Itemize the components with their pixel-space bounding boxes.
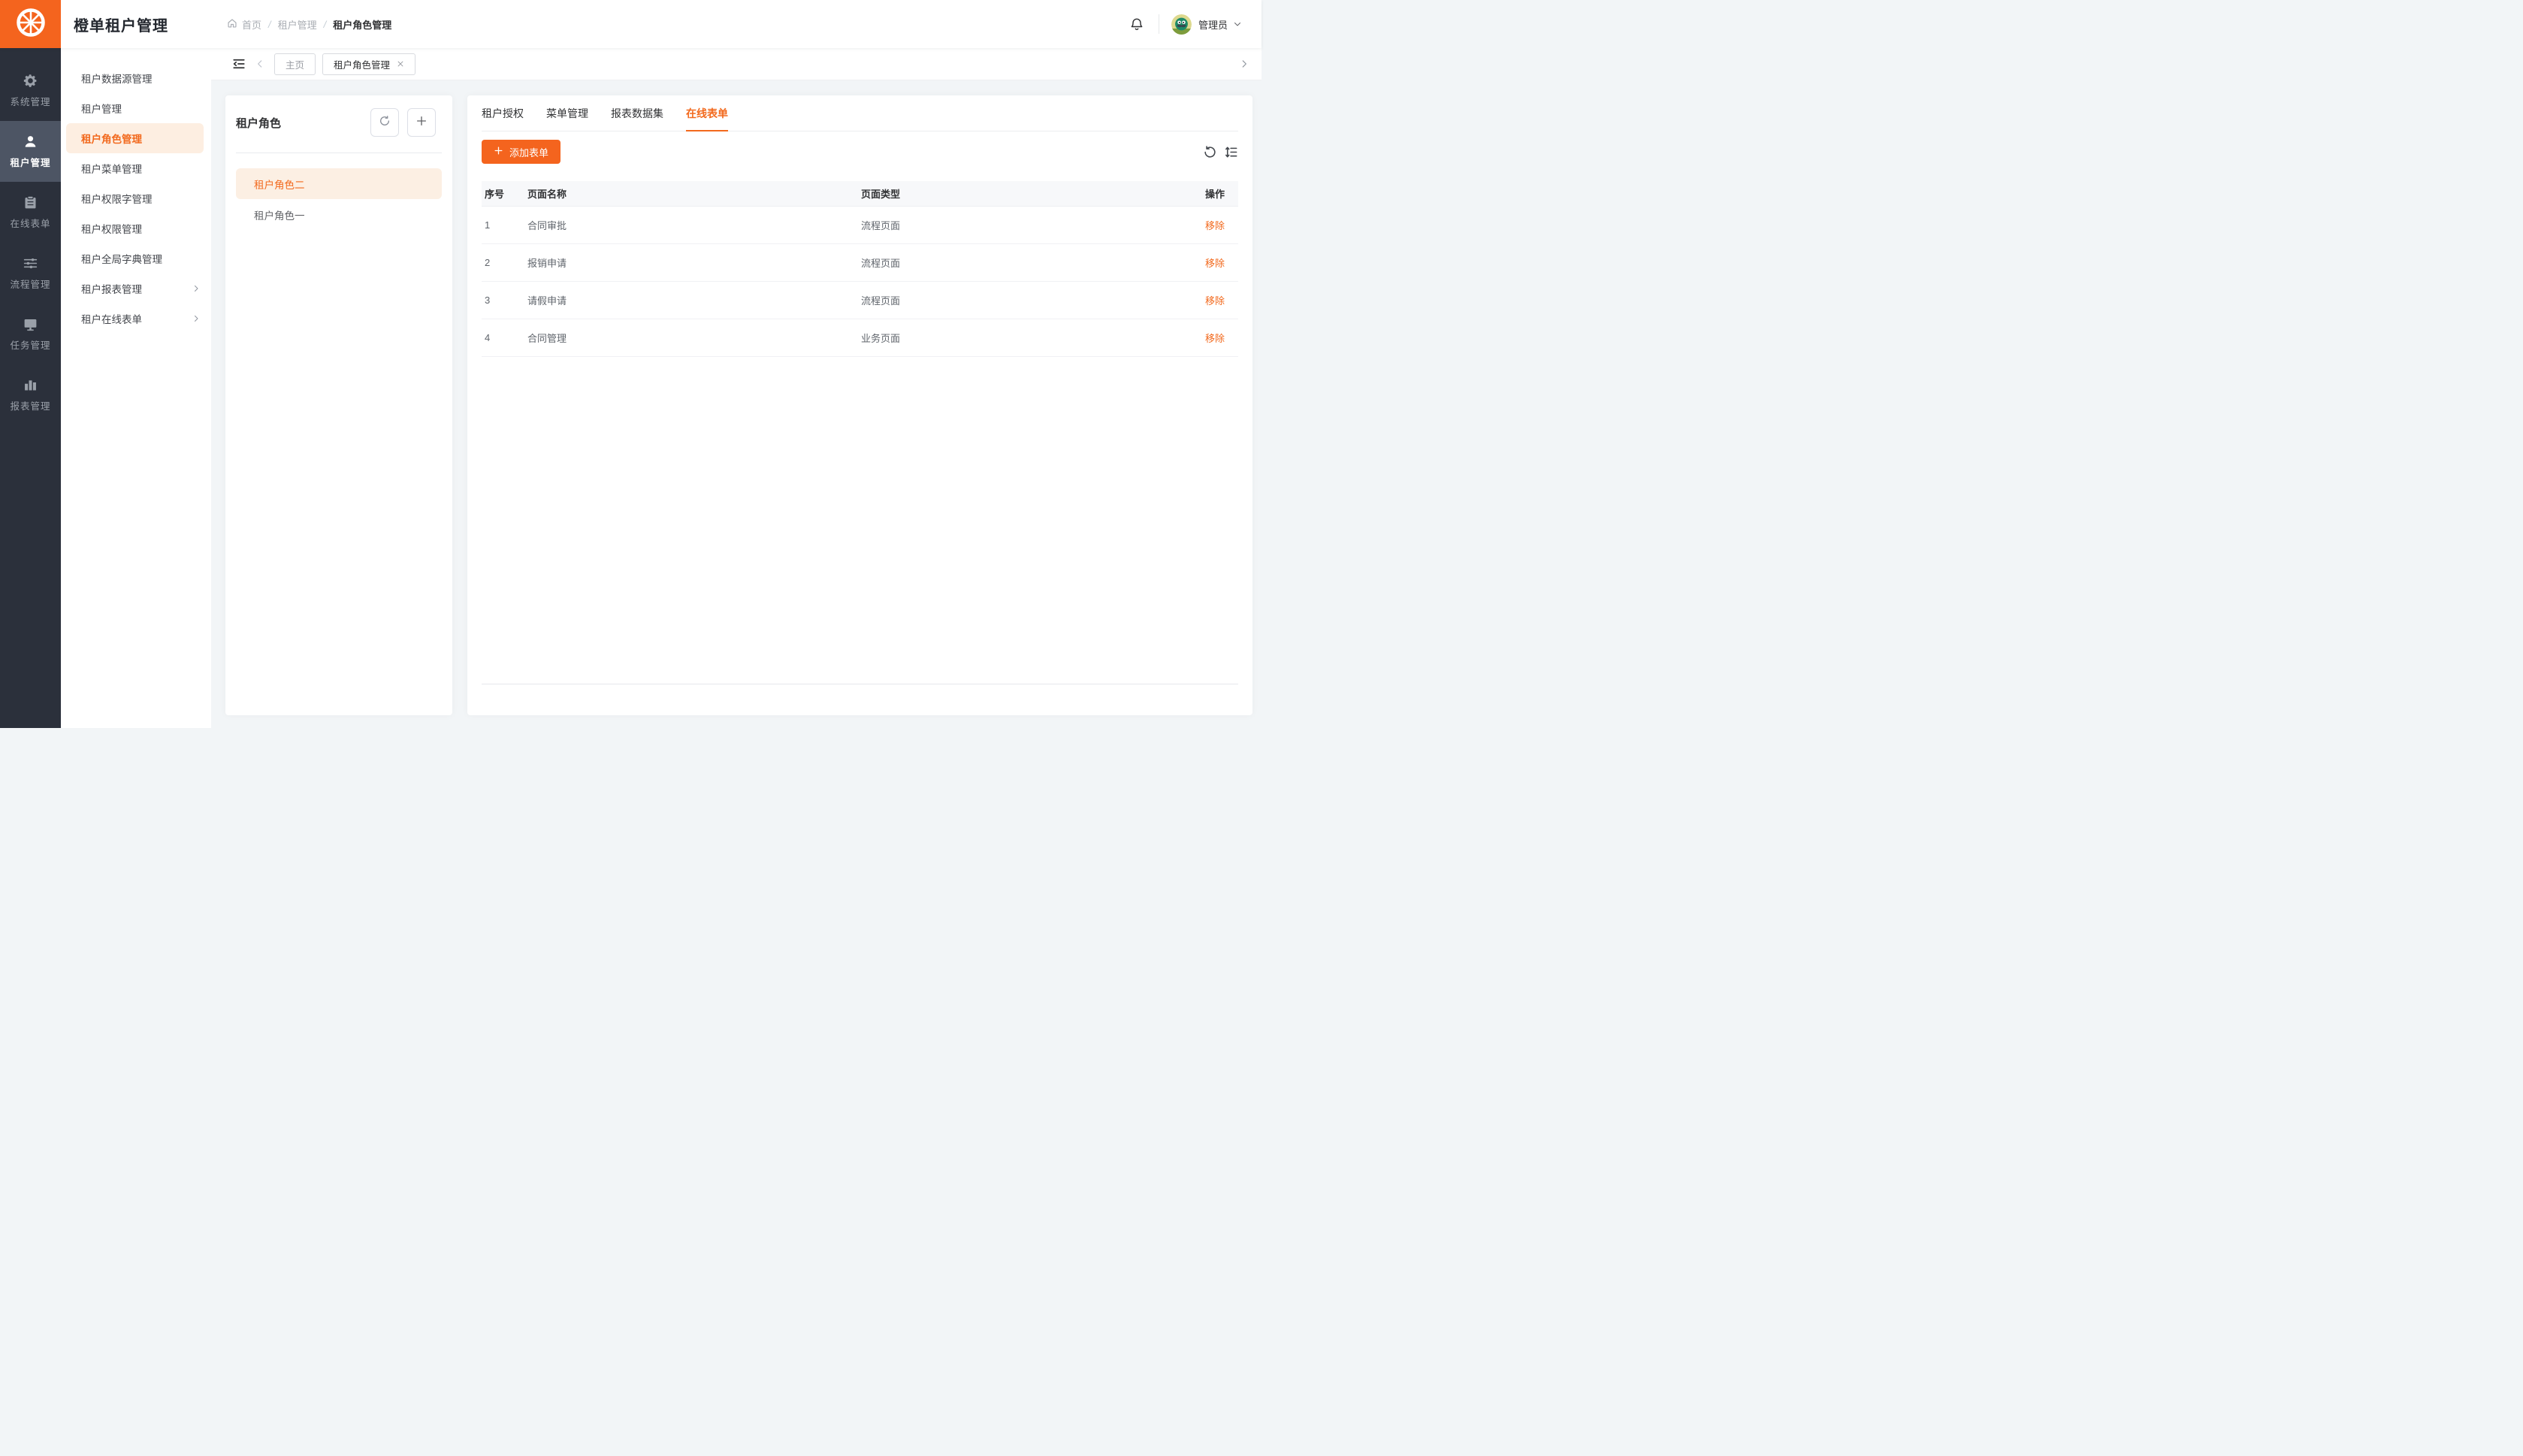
header-actions: 管理员 <box>1127 14 1262 35</box>
row-height-settings-icon[interactable] <box>1224 145 1238 159</box>
tabs-scroll-right-icon[interactable] <box>1239 59 1249 69</box>
table-empty-area <box>482 357 1238 684</box>
page-tabbar: 主页 租户角色管理 <box>211 48 1262 80</box>
icon-rail: 系统管理 租户管理 在线表单 <box>0 48 61 728</box>
gear-icon <box>23 73 38 89</box>
submenu-item-tenant-report[interactable]: 租户报表管理 <box>61 273 211 304</box>
submenu-item-permission[interactable]: 租户权限管理 <box>61 213 211 243</box>
rail-item-online-form[interactable]: 在线表单 <box>0 182 61 243</box>
app-logo[interactable] <box>0 0 61 48</box>
chevron-down-icon[interactable] <box>1233 20 1242 29</box>
remove-link[interactable]: 移除 <box>1205 295 1225 307</box>
col-header-type: 页面类型 <box>861 186 1172 201</box>
tab-menu-management[interactable]: 菜单管理 <box>546 95 588 131</box>
role-panel-header: 租户角色 <box>225 95 452 147</box>
breadcrumb-current: 租户角色管理 <box>333 17 391 32</box>
table-row: 3 请假申请 流程页面 移除 <box>482 282 1238 319</box>
page-type: 流程页面 <box>861 218 1172 232</box>
top-header: 橙单租户管理 首页 / 租户管理 / 租户角色管理 <box>0 0 1262 48</box>
submenu-item-datasource[interactable]: 租户数据源管理 <box>61 63 211 93</box>
breadcrumb-separator: / <box>324 19 327 30</box>
detail-tabs: 租户授权 菜单管理 报表数据集 在线表单 <box>482 95 1238 131</box>
role-detail-panel: 租户授权 菜单管理 报表数据集 在线表单 添加表单 <box>467 95 1252 715</box>
user-icon <box>23 134 38 150</box>
breadcrumb-level1[interactable]: 租户管理 <box>278 17 317 32</box>
main-content: 租户角色 <box>211 80 1262 728</box>
page-tab-home[interactable]: 主页 <box>274 53 316 75</box>
submenu-item-tenant-menu[interactable]: 租户菜单管理 <box>61 153 211 183</box>
forms-table: 序号 页面名称 页面类型 操作 1 合同审批 流程页面 移除 2 报销申请 <box>482 181 1238 684</box>
tab-tenant-auth[interactable]: 租户授权 <box>482 95 524 131</box>
page-type: 流程页面 <box>861 255 1172 270</box>
submenu-item-permission-word[interactable]: 租户权限字管理 <box>61 183 211 213</box>
rail-item-report[interactable]: 报表管理 <box>0 364 61 425</box>
tabs-scroll-left-icon[interactable] <box>255 59 265 69</box>
table-header-row: 序号 页面名称 页面类型 操作 <box>482 181 1238 207</box>
rail-item-task[interactable]: 任务管理 <box>0 304 61 364</box>
page-type: 业务页面 <box>861 331 1172 345</box>
menu-fold-icon[interactable] <box>232 57 246 71</box>
table-row: 1 合同审批 流程页面 移除 <box>482 207 1238 244</box>
remove-link[interactable]: 移除 <box>1205 258 1225 269</box>
breadcrumb-separator: / <box>268 19 271 30</box>
tab-report-dataset[interactable]: 报表数据集 <box>611 95 663 131</box>
refresh-left-icon[interactable] <box>1203 145 1217 159</box>
monitor-icon <box>23 316 38 332</box>
page-type: 流程页面 <box>861 293 1172 307</box>
page-name: 合同管理 <box>527 331 861 345</box>
plus-icon <box>494 146 503 158</box>
user-avatar[interactable] <box>1171 14 1192 35</box>
page-name: 请假申请 <box>527 293 861 307</box>
rail-item-workflow[interactable]: 流程管理 <box>0 243 61 304</box>
role-list-item[interactable]: 租户角色一 <box>236 199 442 230</box>
clipboard-icon <box>23 195 38 210</box>
role-panel-title: 租户角色 <box>236 115 362 131</box>
role-list-item[interactable]: 租户角色二 <box>236 168 442 199</box>
chevron-right-icon <box>192 284 201 293</box>
add-form-button[interactable]: 添加表单 <box>482 140 560 164</box>
rail-item-tenant[interactable]: 租户管理 <box>0 121 61 182</box>
page-name: 报销申请 <box>527 255 861 270</box>
table-tools <box>1203 145 1238 159</box>
col-header-action: 操作 <box>1172 186 1238 201</box>
user-name[interactable]: 管理员 <box>1198 17 1228 32</box>
bar-chart-icon <box>23 377 38 393</box>
plus-icon <box>415 115 428 131</box>
chevron-right-icon <box>192 314 201 323</box>
col-header-name: 页面名称 <box>527 186 861 201</box>
submenu-item-global-dict[interactable]: 租户全局字典管理 <box>61 243 211 273</box>
role-panel: 租户角色 <box>225 95 452 715</box>
remove-link[interactable]: 移除 <box>1205 333 1225 344</box>
add-role-button[interactable] <box>407 108 436 137</box>
submenu-panel: 租户数据源管理 租户管理 租户角色管理 租户菜单管理 租户权限字管理 租户权限管… <box>61 48 211 728</box>
page-title: 橙单租户管理 <box>74 14 168 35</box>
breadcrumb-home-label[interactable]: 首页 <box>242 17 261 32</box>
breadcrumb-home[interactable]: 首页 <box>227 17 261 32</box>
refresh-icon <box>379 115 391 131</box>
home-icon <box>227 18 237 31</box>
workspace: 主页 租户角色管理 租户角色 <box>211 48 1262 728</box>
table-row: 2 报销申请 流程页面 移除 <box>482 244 1238 282</box>
submenu-item-tenant-online-form[interactable]: 租户在线表单 <box>61 304 211 334</box>
breadcrumb: 首页 / 租户管理 / 租户角色管理 <box>227 17 391 32</box>
refresh-roles-button[interactable] <box>370 108 399 137</box>
table-row: 4 合同管理 业务页面 移除 <box>482 319 1238 357</box>
tab-online-form[interactable]: 在线表单 <box>686 95 728 131</box>
role-list: 租户角色二 租户角色一 <box>225 153 452 245</box>
submenu-item-tenant[interactable]: 租户管理 <box>61 93 211 123</box>
notification-bell-icon[interactable] <box>1127 14 1147 34</box>
rail-item-system[interactable]: 系统管理 <box>0 60 61 121</box>
form-toolbar: 添加表单 <box>482 140 1238 164</box>
col-header-index: 序号 <box>482 186 527 201</box>
submenu-item-tenant-role[interactable]: 租户角色管理 <box>66 123 204 153</box>
page-name: 合同审批 <box>527 218 861 232</box>
page-tab-tenant-role[interactable]: 租户角色管理 <box>322 53 415 75</box>
remove-link[interactable]: 移除 <box>1205 220 1225 231</box>
app-root: 橙单租户管理 首页 / 租户管理 / 租户角色管理 <box>0 0 1262 728</box>
orange-wheel-icon <box>15 7 47 42</box>
sliders-icon <box>23 255 38 271</box>
close-icon[interactable] <box>397 60 404 68</box>
